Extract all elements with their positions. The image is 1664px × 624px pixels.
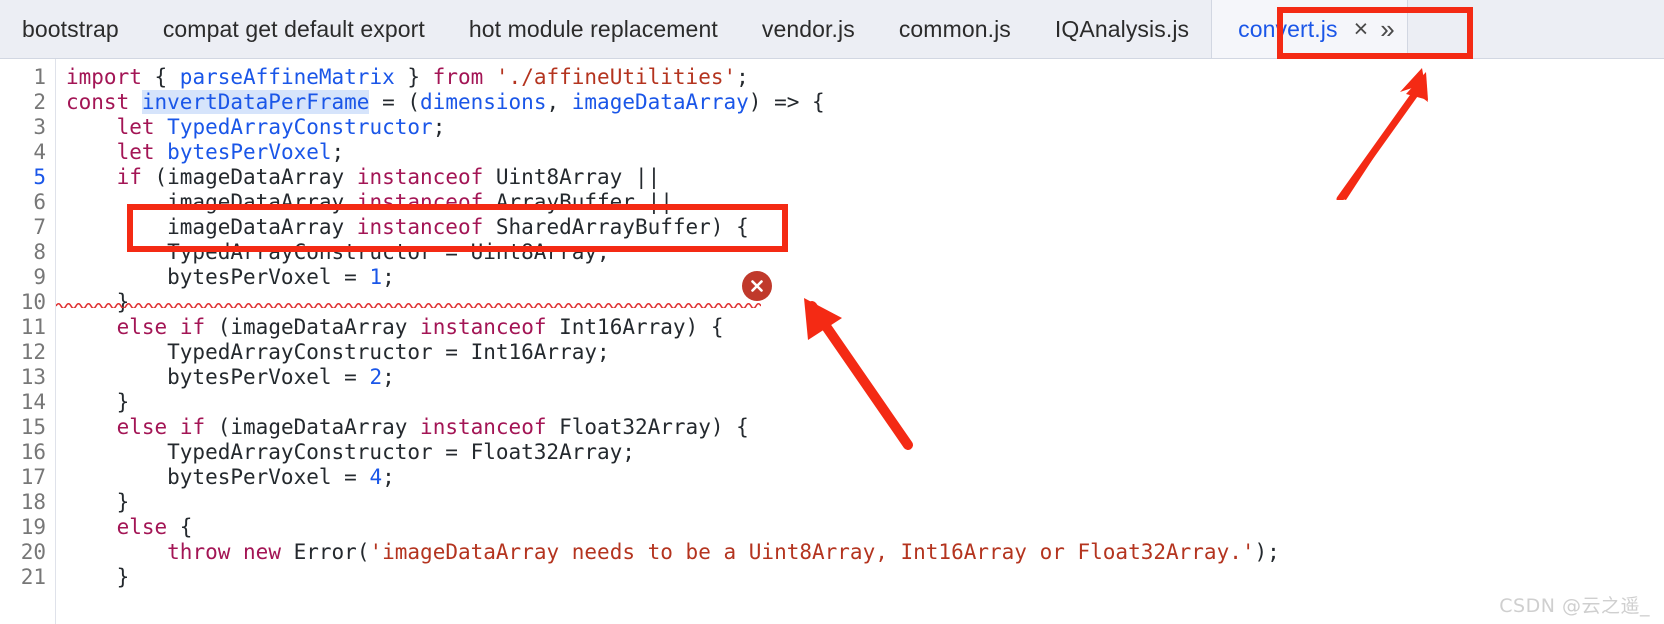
token-number: 1 xyxy=(369,265,383,289)
line-number: 14 xyxy=(20,390,46,414)
code-line-16: TypedArrayConstructor = Float32Array; xyxy=(66,440,635,464)
code-line-5: if (imageDataArray instanceof Uint8Array… xyxy=(116,165,661,189)
tab-common-js[interactable]: common.js xyxy=(877,0,1033,58)
token-keyword: instanceof xyxy=(356,190,484,214)
line-number: 19 xyxy=(20,515,46,539)
tab-vendor-js[interactable]: vendor.js xyxy=(740,0,877,58)
token-keyword: let xyxy=(116,115,155,139)
token-string: './affineUtilities' xyxy=(495,65,737,89)
tab-label: common.js xyxy=(898,15,1011,42)
line-number: 11 xyxy=(20,315,46,339)
tab-bar: bootstrap compat get default export hot … xyxy=(0,0,1664,59)
error-circle-x-icon[interactable] xyxy=(742,271,772,301)
line-number: 13 xyxy=(20,365,46,389)
code-line-17: bytesPerVoxel = 4; xyxy=(66,465,395,489)
token-identifier: parseAffineMatrix xyxy=(179,65,395,89)
tab-iqanalysis-js[interactable]: IQAnalysis.js xyxy=(1033,0,1211,58)
code-line-2: const invertDataPerFrame = (dimensions, … xyxy=(66,90,825,114)
line-number: 16 xyxy=(20,440,46,464)
token-keyword: const xyxy=(66,90,130,114)
line-number: 10 xyxy=(20,290,46,314)
tab-label: bootstrap xyxy=(22,15,119,42)
code-line-14: } xyxy=(66,390,130,414)
line-number: 21 xyxy=(20,565,46,589)
token-keyword: if xyxy=(116,165,142,189)
tab-convert-js[interactable]: convert.js × » xyxy=(1211,0,1408,58)
code-line-11: else if (imageDataArray instanceof Int16… xyxy=(116,315,724,339)
code-area[interactable]: import { parseAffineMatrix } from './aff… xyxy=(56,59,1664,624)
tab-hot-module-replacement[interactable]: hot module replacement xyxy=(447,0,740,58)
token-keyword: new xyxy=(243,540,281,564)
line-number: 12 xyxy=(20,340,46,364)
code-line-13: bytesPerVoxel = 2; xyxy=(66,365,395,389)
line-number: 15 xyxy=(20,415,46,439)
tab-label: vendor.js xyxy=(761,15,855,42)
chevron-right-icon[interactable]: » xyxy=(1380,16,1395,42)
token-keyword: if xyxy=(179,315,206,339)
token-keyword: if xyxy=(179,415,206,439)
line-number: 8 xyxy=(33,240,46,264)
line-number-current[interactable]: 5 xyxy=(0,165,56,190)
token-keyword: instanceof xyxy=(356,215,484,239)
code-line-1: import { parseAffineMatrix } from './aff… xyxy=(66,65,749,89)
token-keyword: instanceof xyxy=(420,315,547,339)
code-line-21: } xyxy=(66,565,130,589)
editor-window: bootstrap compat get default export hot … xyxy=(0,0,1664,624)
tab-bootstrap[interactable]: bootstrap xyxy=(0,0,141,58)
token-param: dimensions xyxy=(420,90,547,114)
code-editor[interactable]: 1 2 3 4 5 6 7 8 9 10 11 12 13 14 15 16 1… xyxy=(0,59,1664,624)
tab-label: convert.js xyxy=(1238,15,1338,42)
code-line-4: let bytesPerVoxel; xyxy=(116,140,345,164)
token-keyword: else xyxy=(116,315,168,339)
line-number: 17 xyxy=(20,465,46,489)
token-number: 4 xyxy=(369,465,383,489)
close-icon[interactable]: × xyxy=(1354,16,1369,42)
code-line-20: throw new Error('imageDataArray needs to… xyxy=(167,540,1280,564)
line-number-gutter: 1 2 3 4 5 6 7 8 9 10 11 12 13 14 15 16 1… xyxy=(0,59,56,624)
token-keyword: throw xyxy=(167,540,231,564)
code-line-6: imageDataArray instanceof ArrayBuffer || xyxy=(66,190,673,214)
token-keyword: instanceof xyxy=(356,165,484,189)
token-keyword: instanceof xyxy=(420,415,547,439)
token-keyword: let xyxy=(116,140,155,164)
line-number: 2 xyxy=(33,90,46,114)
token-keyword: else xyxy=(116,515,168,539)
tab-compat-get-default-export[interactable]: compat get default export xyxy=(141,0,447,58)
token-keyword: else xyxy=(116,415,168,439)
tab-label: IQAnalysis.js xyxy=(1054,15,1190,42)
code-line-12: TypedArrayConstructor = Int16Array; xyxy=(66,340,610,364)
line-number: 6 xyxy=(33,190,46,214)
token-string: 'imageDataArray needs to be a Uint8Array… xyxy=(369,540,1255,564)
line-number: 3 xyxy=(33,115,46,139)
line-number: 9 xyxy=(33,265,46,289)
code-line-10: } xyxy=(66,290,130,314)
tab-label: hot module replacement xyxy=(468,15,718,42)
code-line-19: else { xyxy=(116,515,193,539)
token-keyword: from xyxy=(432,65,484,89)
tab-label: compat get default export xyxy=(162,15,425,42)
line-number: 18 xyxy=(20,490,46,514)
line-number: 4 xyxy=(33,140,46,164)
line-number: 20 xyxy=(20,540,46,564)
token-identifier: bytesPerVoxel xyxy=(167,140,332,164)
token-number: 2 xyxy=(369,365,383,389)
token-identifier: TypedArrayConstructor xyxy=(167,115,433,139)
line-number: 1 xyxy=(33,65,46,89)
code-line-15: else if (imageDataArray instanceof Float… xyxy=(116,415,749,439)
token-keyword: import xyxy=(66,65,142,89)
code-line-7: imageDataArray instanceof SharedArrayBuf… xyxy=(66,215,749,239)
code-line-9: bytesPerVoxel = 1; xyxy=(66,265,395,289)
code-line-3: let TypedArrayConstructor; xyxy=(116,115,446,139)
line-number: 7 xyxy=(33,215,46,239)
token-highlighted-symbol: invertDataPerFrame xyxy=(141,90,370,114)
token-param: imageDataArray xyxy=(571,90,749,114)
code-line-18: } xyxy=(66,490,130,514)
watermark: CSDN @云之遥_ xyxy=(1499,595,1650,617)
code-line-8: TypedArrayConstructor = Uint8Array; xyxy=(66,240,610,264)
